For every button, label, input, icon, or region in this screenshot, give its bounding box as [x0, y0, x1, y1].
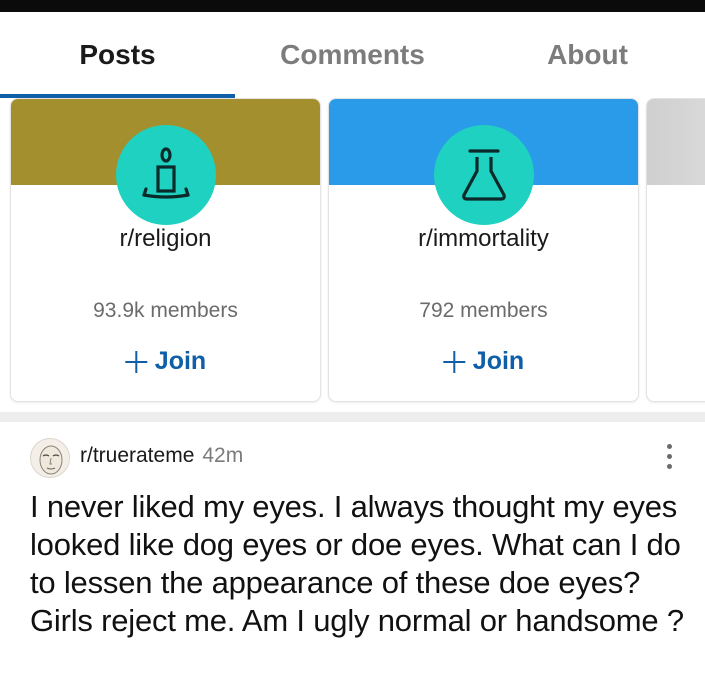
- community-banner: [647, 99, 705, 185]
- tab-comments[interactable]: Comments: [235, 12, 470, 98]
- community-members-count: 93.9k members: [93, 299, 238, 322]
- post-timestamp: 42m: [202, 444, 244, 467]
- more-options-icon[interactable]: [660, 442, 678, 472]
- flask-icon: [433, 125, 534, 225]
- plus-icon: [124, 350, 147, 373]
- community-carousel[interactable]: r/religion 93.9k members Join r/immortal…: [0, 98, 705, 412]
- join-label: Join: [472, 347, 525, 375]
- tab-about[interactable]: About: [470, 12, 705, 98]
- community-card-immortality[interactable]: r/immortality 792 members Join: [328, 98, 639, 402]
- status-bar: [0, 0, 705, 12]
- face-sketch-icon: [39, 445, 63, 475]
- post-meta: r/truerateme 42m: [80, 444, 243, 468]
- tab-posts[interactable]: Posts: [0, 12, 235, 98]
- meditation-candle-glyph: [141, 147, 190, 199]
- post-subreddit[interactable]: r/truerateme: [80, 444, 194, 468]
- plus-icon: [442, 350, 465, 373]
- section-divider: [0, 412, 705, 422]
- post-card[interactable]: r/truerateme 42m I never liked my eyes. …: [0, 422, 705, 691]
- join-button[interactable]: Join: [442, 347, 525, 376]
- post-title[interactable]: I never liked my eyes. I always thought …: [30, 488, 685, 640]
- community-card-partial[interactable]: [646, 98, 705, 402]
- flask-glyph: [461, 149, 506, 201]
- community-members-count: 792 members: [419, 299, 548, 322]
- community-name[interactable]: r/religion: [11, 225, 320, 253]
- join-button[interactable]: Join: [124, 347, 207, 376]
- community-card-religion[interactable]: r/religion 93.9k members Join: [10, 98, 321, 402]
- community-name[interactable]: r/immortality: [329, 225, 638, 253]
- meditation-candle-icon: [115, 125, 216, 225]
- profile-tabs: Posts Comments About: [0, 12, 705, 98]
- subreddit-avatar[interactable]: [30, 438, 70, 478]
- join-label: Join: [154, 347, 207, 375]
